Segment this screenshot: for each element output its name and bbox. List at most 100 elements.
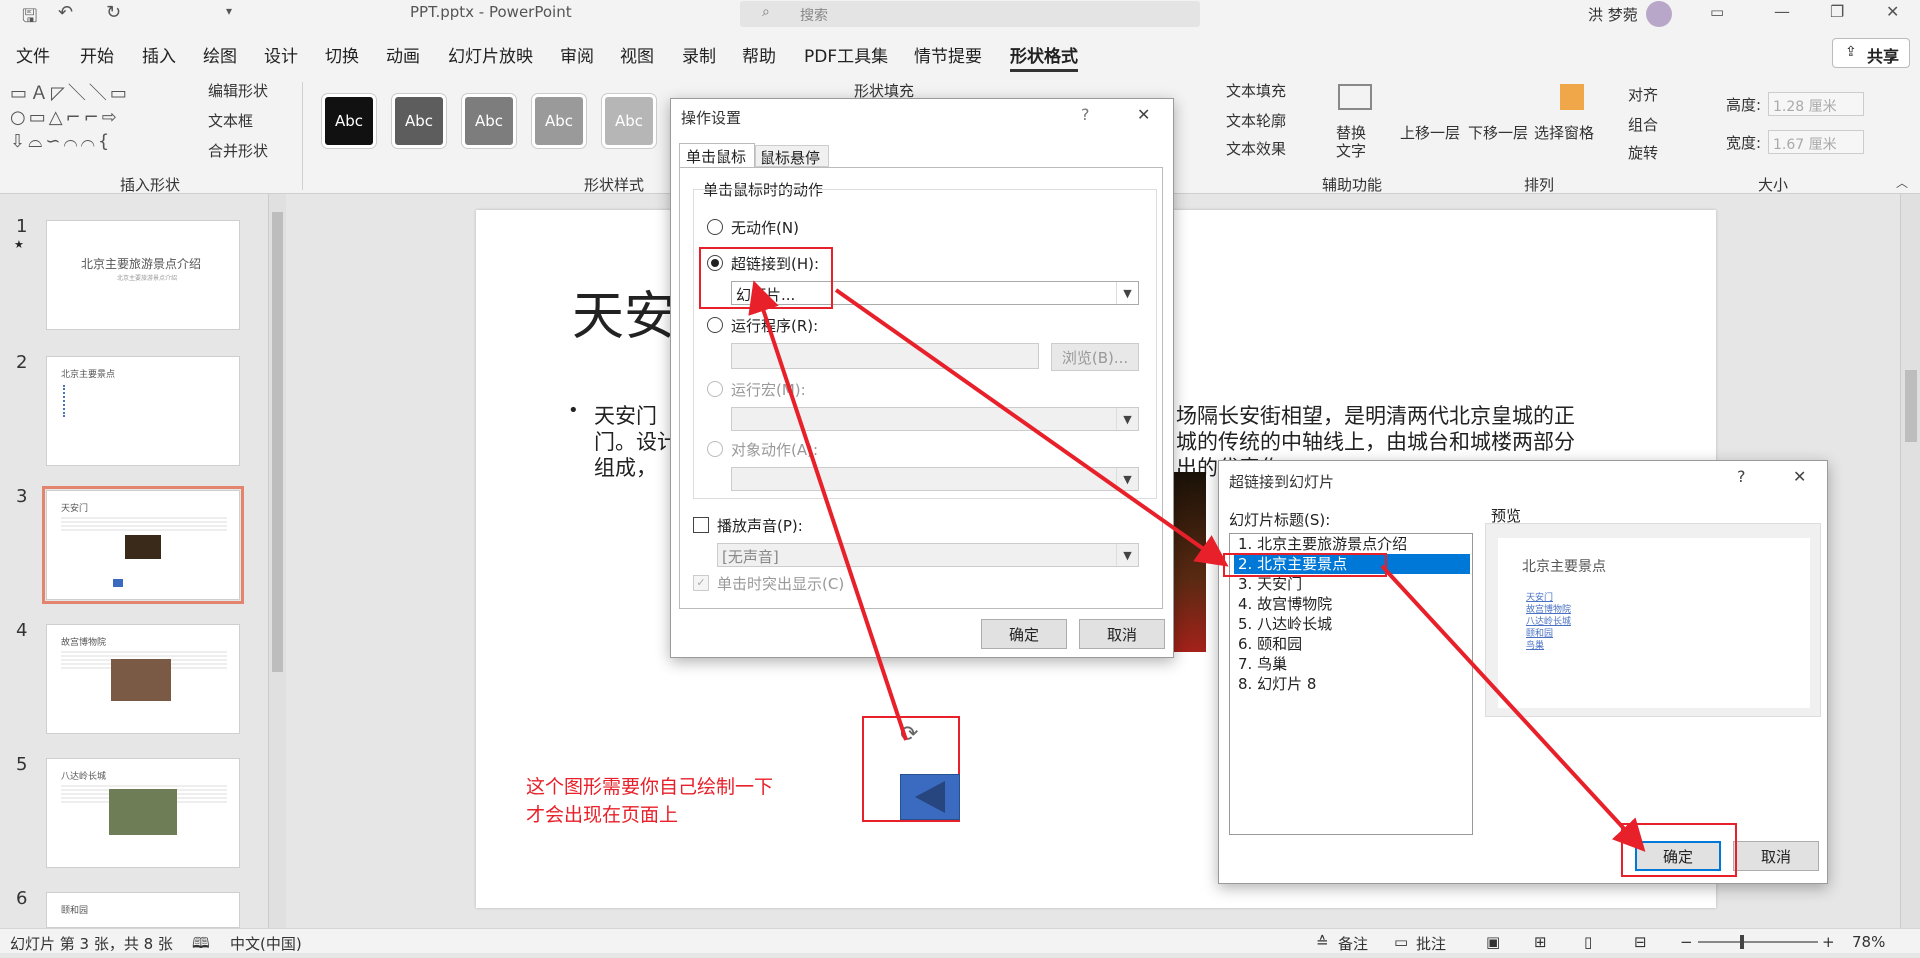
shapes-gallery[interactable]: ▭Ａ◸＼＼▭ ○▭△⌐⌐⇨ ⇩⌓∽⌒⌒{ <box>10 82 158 158</box>
reading-view-icon[interactable]: ▯ <box>1584 933 1592 951</box>
slide-title[interactable]: 天安 <box>572 274 676 349</box>
zoom-out-icon[interactable]: − <box>1680 933 1693 951</box>
text-box-button[interactable]: 文本框 <box>208 110 253 131</box>
bring-forward-button[interactable]: 上移一层 <box>1400 122 1460 143</box>
label-highlight-click[interactable]: 单击时突出显示(C) <box>717 573 844 594</box>
cancel-button[interactable]: 取消 <box>1079 619 1165 649</box>
tab-draw[interactable]: 绘图 <box>203 42 237 67</box>
slide-thumbnail-6[interactable]: 颐和园 <box>46 892 240 928</box>
object-action-combo[interactable]: ▼ <box>731 467 1139 491</box>
slide-scrollbar[interactable] <box>1900 194 1920 928</box>
sound-combo[interactable]: [无声音] ▼ <box>717 543 1139 567</box>
tab-mouse-over[interactable]: 鼠标悬停 <box>755 145 829 167</box>
tab-file[interactable]: 文件 <box>16 42 50 67</box>
close-icon[interactable]: ✕ <box>1793 467 1806 486</box>
action-button-shape[interactable] <box>900 774 960 820</box>
list-item[interactable]: 5. 八达岭长城 <box>1234 614 1470 634</box>
tab-mouse-click[interactable]: 单击鼠标 <box>679 143 755 167</box>
label-play-sound[interactable]: 播放声音(P): <box>717 515 803 536</box>
zoom-in-icon[interactable]: + <box>1822 933 1835 951</box>
list-item[interactable]: 6. 颐和园 <box>1234 634 1470 654</box>
undo-icon[interactable]: ↶ <box>58 2 73 23</box>
tiananmen-photo[interactable] <box>1172 472 1206 652</box>
tab-help[interactable]: 帮助 <box>742 42 776 67</box>
browse-button[interactable]: 浏览(B)... <box>1051 343 1139 371</box>
language-indicator[interactable]: 中文(中国) <box>230 933 302 954</box>
thumbnail-scrollbar[interactable] <box>268 194 286 928</box>
slide-thumbnail-3[interactable]: 天安门 <box>42 486 244 604</box>
shape-style-dark-gray[interactable]: Abc <box>392 94 446 148</box>
help-icon[interactable]: ? <box>1737 467 1746 486</box>
minimize-icon[interactable]: — <box>1774 2 1790 21</box>
customize-qat-icon[interactable]: ▾ <box>226 4 232 18</box>
notes-button[interactable]: 备注 <box>1338 933 1368 954</box>
program-path-input[interactable] <box>731 343 1039 369</box>
tab-slideshow[interactable]: 幻灯片放映 <box>448 42 533 67</box>
group-button[interactable]: 组合 <box>1628 114 1658 135</box>
align-button[interactable]: 对齐 <box>1628 84 1658 105</box>
label-object-action[interactable]: 对象动作(A): <box>731 439 818 460</box>
user-name[interactable]: 洪 梦菀 <box>1588 4 1638 25</box>
radio-no-action[interactable] <box>707 219 723 235</box>
label-run-macro[interactable]: 运行宏(M): <box>731 379 806 400</box>
avatar[interactable] <box>1646 1 1672 27</box>
zoom-level[interactable]: 78% <box>1852 933 1885 951</box>
tab-insert[interactable]: 插入 <box>142 42 176 67</box>
zoom-slider[interactable] <box>1698 935 1818 949</box>
search-box[interactable]: ⌕ 搜索 <box>740 1 1200 27</box>
cancel-button[interactable]: 取消 <box>1733 841 1819 871</box>
shape-style-black[interactable]: Abc <box>322 94 376 148</box>
ok-button[interactable]: 确定 <box>981 619 1067 649</box>
tab-storyboard[interactable]: 情节提要 <box>914 42 982 67</box>
slide-thumbnail-1[interactable]: 北京主要旅游景点介绍 北京主要旅游景点介绍 <box>46 220 240 330</box>
slide-thumbnail-2[interactable]: 北京主要景点 <box>46 356 240 466</box>
tab-home[interactable]: 开始 <box>80 42 114 67</box>
merge-shapes-button[interactable]: 合并形状 <box>208 140 268 161</box>
thumbnail-scroll-thumb[interactable] <box>272 212 283 672</box>
radio-object-action[interactable] <box>707 441 723 457</box>
accessibility-check-icon[interactable]: 🕮 <box>192 933 210 958</box>
list-item[interactable]: 7. 鸟巢 <box>1234 654 1470 674</box>
label-no-action[interactable]: 无动作(N) <box>731 217 799 238</box>
slide-scroll-thumb[interactable] <box>1905 370 1917 442</box>
play-sound-checkbox[interactable] <box>693 517 709 533</box>
zoom-slider-thumb[interactable] <box>1740 935 1744 949</box>
tab-animations[interactable]: 动画 <box>386 42 420 67</box>
help-icon[interactable]: ? <box>1081 105 1090 124</box>
slide-thumbnail-4[interactable]: 故宫博物院 <box>46 624 240 734</box>
list-item[interactable]: 1. 北京主要旅游景点介绍 <box>1234 534 1470 554</box>
normal-view-icon[interactable]: ▣ <box>1486 933 1500 951</box>
slide-body-line3-left[interactable]: 组成， <box>594 452 657 482</box>
tab-design[interactable]: 设计 <box>264 42 298 67</box>
rotate-button[interactable]: 旋转 <box>1628 142 1658 163</box>
tab-shape-format[interactable]: 形状格式 <box>1010 42 1078 72</box>
edit-shape-button[interactable]: 编辑形状 <box>208 80 268 101</box>
slide-title-listbox[interactable]: 1. 北京主要旅游景点介绍 2. 北京主要景点 3. 天安门 4. 故宫博物院 … <box>1229 533 1473 835</box>
rotate-handle-icon[interactable]: ⟳ <box>900 722 918 747</box>
ribbon-display-icon[interactable]: ▭ <box>1710 3 1724 21</box>
collapse-ribbon-icon[interactable]: ︿ <box>1896 174 1908 191</box>
list-item[interactable]: 4. 故宫博物院 <box>1234 594 1470 614</box>
highlight-click-checkbox[interactable]: ✓ <box>693 575 709 591</box>
redo-icon[interactable]: ↻ <box>106 2 121 23</box>
text-fill-button[interactable]: 文本填充 <box>1226 80 1286 101</box>
slide-thumbnail-5[interactable]: 八达岭长城 <box>46 758 240 868</box>
selection-pane-button[interactable]: 选择窗格 <box>1534 122 1594 143</box>
height-input[interactable]: 1.28 厘米 <box>1768 92 1864 116</box>
restore-icon[interactable]: ❐ <box>1830 2 1844 21</box>
list-item[interactable]: 8. 幻灯片 8 <box>1234 674 1470 694</box>
tab-review[interactable]: 审阅 <box>560 42 594 67</box>
share-button[interactable]: ⇪ 共享 <box>1832 38 1910 68</box>
send-backward-button[interactable]: 下移一层 <box>1468 122 1528 143</box>
text-effects-button[interactable]: 文本效果 <box>1226 138 1286 159</box>
close-icon[interactable]: ✕ <box>1137 105 1150 124</box>
width-input[interactable]: 1.67 厘米 <box>1768 130 1864 154</box>
text-outline-button[interactable]: 文本轮廓 <box>1226 110 1286 131</box>
tab-transitions[interactable]: 切换 <box>325 42 359 67</box>
shape-style-mid-gray[interactable]: Abc <box>532 94 586 148</box>
shape-style-light-gray[interactable]: Abc <box>602 94 656 148</box>
close-icon[interactable]: ✕ <box>1886 2 1899 21</box>
list-item[interactable]: 3. 天安门 <box>1234 574 1470 594</box>
label-run-program[interactable]: 运行程序(R): <box>731 315 818 336</box>
tab-pdf-tools[interactable]: PDF工具集 <box>804 42 888 67</box>
